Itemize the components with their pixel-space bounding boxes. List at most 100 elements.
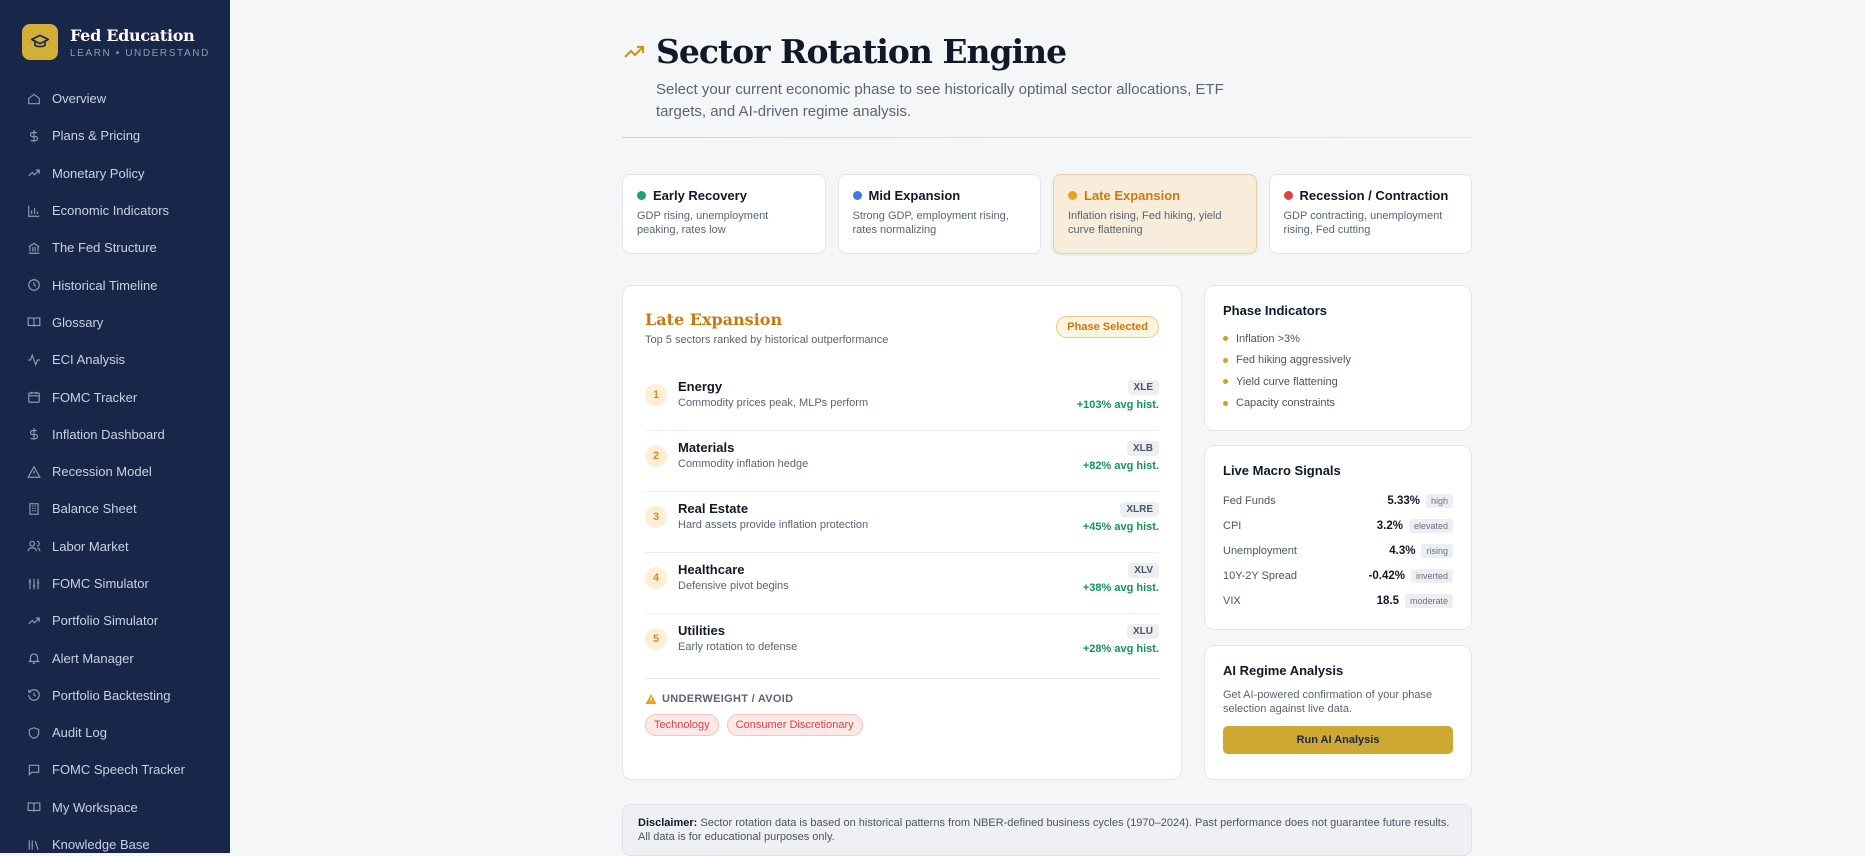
signal-value: 18.5: [1376, 594, 1399, 607]
live-macro-signals-card: Live Macro Signals Fed Funds 5.33% high …: [1204, 445, 1472, 630]
sidebar-item-alert-manager[interactable]: Alert Manager: [0, 639, 230, 676]
rank-badge: 1: [645, 384, 667, 406]
signal-label: Fed Funds: [1223, 494, 1276, 507]
signal-status-badge: elevated: [1408, 518, 1453, 533]
phase-name: Late Expansion: [1084, 188, 1181, 203]
rank-badge: 4: [645, 567, 667, 589]
sidebar-item-label: Portfolio Backtesting: [52, 687, 171, 703]
disclaimer: Disclaimer: Sector rotation data is base…: [622, 804, 1472, 856]
clock-icon: [26, 277, 42, 293]
signal-row: VIX 18.5 moderate: [1223, 588, 1453, 613]
phase-description: GDP rising, unemployment peaking, rates …: [637, 210, 769, 236]
sidebar-item-recession-model[interactable]: Recession Model: [0, 453, 230, 490]
dollar-icon: [26, 426, 42, 442]
sector-row[interactable]: 2 Materials Commodity inflation hedge XL…: [645, 431, 1159, 492]
run-ai-analysis-button[interactable]: Run AI Analysis: [1223, 726, 1453, 754]
page-header: Sector Rotation Engine Select your curre…: [622, 32, 1472, 123]
sidebar-item-economic-indicators[interactable]: Economic Indicators: [0, 192, 230, 229]
signal-label: Unemployment: [1223, 544, 1297, 557]
avg-performance: +45% avg hist.: [1082, 521, 1159, 533]
sidebar-item-label: Alert Manager: [52, 650, 134, 666]
phase-card-early-recovery[interactable]: Early Recovery GDP rising, unemployment …: [622, 174, 826, 254]
sidebar-item-label: Inflation Dashboard: [52, 426, 165, 442]
sector-name: Materials: [678, 440, 735, 455]
sidebar-item-knowledge-base[interactable]: Knowledge Base: [0, 826, 230, 853]
avoid-heading: UNDERWEIGHT / AVOID: [645, 693, 793, 705]
avg-performance: +103% avg hist.: [1076, 399, 1159, 411]
brand[interactable]: Fed Education LEARN • UNDERSTAND: [22, 24, 210, 60]
etf-ticker: XLV: [1128, 563, 1159, 578]
etf-ticker: XLRE: [1120, 502, 1159, 517]
sidebar-item-fed-structure[interactable]: The Fed Structure: [0, 229, 230, 266]
rank-badge: 5: [645, 628, 667, 650]
indicator-text: Fed hiking aggressively: [1236, 354, 1351, 367]
ai-description: Get AI-powered confirmation of your phas…: [1223, 689, 1433, 715]
sidebar-item-label: Economic Indicators: [52, 203, 170, 219]
trend-up-icon: [26, 165, 42, 181]
sidebar-item-plans-pricing[interactable]: Plans & Pricing: [0, 117, 230, 154]
sidebar-item-fomc-simulator[interactable]: FOMC Simulator: [0, 565, 230, 602]
sidebar-item-labor-market[interactable]: Labor Market: [0, 528, 230, 565]
phase-color-dot: [852, 191, 862, 200]
bullet-icon: [1223, 357, 1228, 363]
phase-description: GDP contracting, unemployment rising, Fe…: [1283, 210, 1443, 236]
etf-ticker: XLB: [1127, 441, 1159, 456]
bullet-icon: [1223, 336, 1228, 342]
avg-performance: +28% avg hist.: [1082, 643, 1159, 655]
card-title: AI Regime Analysis: [1223, 663, 1344, 678]
library-icon: [26, 837, 42, 853]
sidebar: Fed Education LEARN • UNDERSTAND Overvie…: [0, 0, 230, 853]
phase-selector: Early Recovery GDP rising, unemployment …: [622, 174, 1472, 254]
phase-card-late-expansion[interactable]: Late Expansion Inflation rising, Fed hik…: [1053, 174, 1257, 254]
etf-ticker: XLU: [1127, 624, 1159, 639]
sidebar-item-audit-log[interactable]: Audit Log: [0, 714, 230, 751]
sector-note: Hard assets provide inflation protection: [678, 519, 869, 531]
card-title: Live Macro Signals: [1223, 463, 1341, 478]
sidebar-item-portfolio-simulator[interactable]: Portfolio Simulator: [0, 602, 230, 639]
avoid-title: UNDERWEIGHT / AVOID: [662, 693, 794, 705]
page-subtitle: Select your current economic phase to se…: [656, 81, 1224, 120]
signal-label: 10Y-2Y Spread: [1223, 569, 1298, 582]
sidebar-item-label: Monetary Policy: [52, 165, 145, 181]
sidebar-item-label: Historical Timeline: [52, 277, 158, 293]
signal-row: Unemployment 4.3% rising: [1223, 538, 1453, 563]
sidebar-item-my-workspace[interactable]: My Workspace: [0, 789, 230, 826]
card-title: Phase Indicators: [1223, 303, 1328, 318]
home-icon: [26, 91, 42, 107]
sidebar-item-balance-sheet[interactable]: Balance Sheet: [0, 490, 230, 527]
sector-name: Energy: [678, 379, 723, 394]
sidebar-item-eci-analysis[interactable]: ECI Analysis: [0, 341, 230, 378]
bullet-icon: [1223, 379, 1228, 385]
sidebar-item-label: Knowledge Base: [52, 837, 150, 853]
sector-row[interactable]: 3 Real Estate Hard assets provide inflat…: [645, 492, 1159, 553]
sidebar-item-fomc-speech-tracker[interactable]: FOMC Speech Tracker: [0, 751, 230, 788]
sidebar-item-label: FOMC Tracker: [52, 389, 138, 405]
indicator-item: Yield curve flattening: [1223, 371, 1453, 393]
sector-row[interactable]: 5 Utilities Early rotation to defense XL…: [645, 614, 1159, 674]
sidebar-item-historical-timeline[interactable]: Historical Timeline: [0, 266, 230, 303]
sector-row[interactable]: 1 Energy Commodity prices peak, MLPs per…: [645, 370, 1159, 431]
signal-row: 10Y-2Y Spread -0.42% inverted: [1223, 563, 1453, 588]
sidebar-item-monetary-policy[interactable]: Monetary Policy: [0, 155, 230, 192]
sector-note: Defensive pivot begins: [678, 580, 789, 592]
signal-status-badge: inverted: [1410, 568, 1453, 583]
indicator-item: Capacity constraints: [1223, 393, 1453, 415]
sidebar-item-label: FOMC Simulator: [52, 576, 149, 591]
header-divider: [622, 137, 1472, 138]
sidebar-item-inflation-dashboard[interactable]: Inflation Dashboard: [0, 416, 230, 453]
indicator-item: Inflation >3%: [1223, 328, 1453, 350]
sidebar-item-overview[interactable]: Overview: [0, 80, 230, 117]
shield-icon: [26, 725, 42, 741]
sidebar-item-fomc-tracker[interactable]: FOMC Tracker: [0, 378, 230, 415]
sidebar-item-label: The Fed Structure: [52, 240, 157, 256]
sidebar-item-glossary[interactable]: Glossary: [0, 304, 230, 341]
phase-card-mid-expansion[interactable]: Mid Expansion Strong GDP, employment ris…: [837, 174, 1041, 254]
sector-row[interactable]: 4 Healthcare Defensive pivot begins XLV …: [645, 553, 1159, 614]
signal-value: 4.3%: [1389, 544, 1416, 557]
signal-status-badge: high: [1425, 493, 1453, 508]
sidebar-item-label: Overview: [52, 91, 107, 107]
sidebar-item-portfolio-backtesting[interactable]: Portfolio Backtesting: [0, 677, 230, 714]
rank-badge: 2: [645, 445, 667, 467]
bell-icon: [26, 650, 42, 666]
phase-card-recession[interactable]: Recession / Contraction GDP contracting,…: [1268, 174, 1472, 254]
